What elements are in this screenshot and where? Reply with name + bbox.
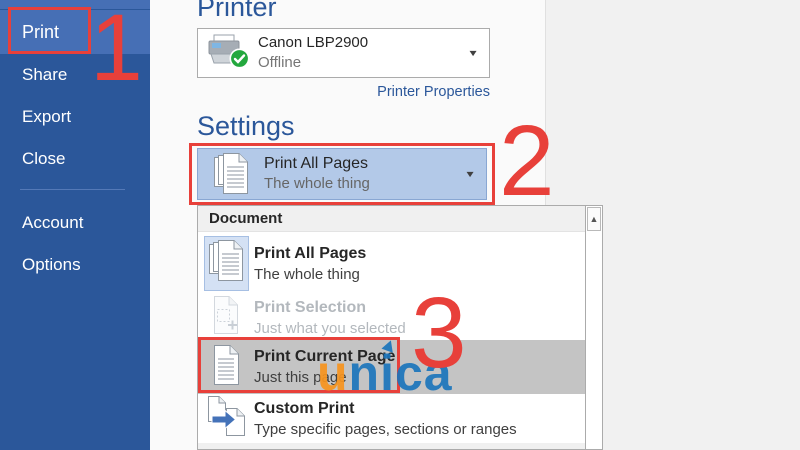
sidebar-item-label: Share — [22, 65, 67, 85]
print-range-dropdown-button[interactable]: Print All Pages The whole thing ▼ — [197, 148, 487, 200]
menu-item-print-current-page[interactable]: Print Current Page Just this page — [198, 340, 585, 394]
menu-item-custom-print[interactable]: Custom Print Type specific pages, sectio… — [198, 394, 585, 443]
print-current-page-icon — [211, 345, 241, 390]
menu-group-header: Document — [198, 206, 585, 232]
printer-properties-link[interactable]: Printer Properties — [197, 84, 490, 100]
sidebar-item-options[interactable]: Options — [0, 244, 150, 286]
printer-status: Offline — [258, 53, 368, 73]
menu-next-section-partial — [198, 443, 585, 449]
sidebar-item-label: Print — [22, 22, 59, 43]
menu-item-print-all-pages[interactable]: Print All Pages The whole thing — [198, 232, 585, 295]
print-all-pages-icon — [209, 240, 243, 287]
menu-item-title: Print Current Page — [254, 346, 395, 367]
menu-item-subtitle: The whole thing — [254, 264, 366, 285]
pane-divider — [545, 0, 546, 205]
print-selection-icon — [212, 296, 240, 339]
printer-icon — [206, 34, 246, 72]
printer-heading: Printer — [197, 0, 277, 21]
settings-heading: Settings — [197, 112, 295, 140]
menu-item-subtitle: Type specific pages, sections or ranges — [254, 419, 517, 440]
sidebar-item-print[interactable]: Print — [0, 10, 150, 54]
print-range-menu: Document — [197, 205, 603, 450]
print-all-pages-icon — [208, 153, 254, 195]
chevron-down-icon: ▼ — [467, 48, 479, 59]
sidebar-item-close[interactable]: Close — [0, 138, 150, 180]
sidebar-partial-item — [0, 0, 150, 9]
range-button-subtitle: The whole thing — [264, 174, 370, 194]
custom-print-icon — [206, 396, 246, 441]
printer-online-check-icon — [229, 48, 250, 74]
scroll-up-icon: ▲ — [590, 214, 599, 224]
menu-scrollbar[interactable]: ▲ — [585, 206, 602, 449]
range-button-title: Print All Pages — [264, 154, 370, 174]
sidebar-item-label: Export — [22, 107, 71, 127]
menu-item-title: Custom Print — [254, 398, 517, 419]
sidebar-divider — [20, 189, 125, 190]
selected-item-frame — [204, 236, 249, 291]
menu-item-subtitle: Just this page — [254, 367, 395, 388]
chevron-down-icon: ▼ — [464, 169, 476, 180]
backstage-sidebar: Print Share Export Close Account Options — [0, 0, 150, 450]
sidebar-item-label: Close — [22, 149, 65, 169]
scroll-up-button[interactable]: ▲ — [587, 207, 601, 231]
menu-item-subtitle: Just what you selected — [254, 318, 406, 339]
sidebar-item-label: Options — [22, 255, 81, 275]
menu-item-print-selection[interactable]: Print Selection Just what you selected — [198, 295, 585, 340]
menu-item-title: Print Selection — [254, 297, 406, 318]
sidebar-item-export[interactable]: Export — [0, 96, 150, 138]
sidebar-item-share[interactable]: Share — [0, 54, 150, 96]
printer-name: Canon LBP2900 — [258, 33, 368, 53]
print-backstage-view: Print Share Export Close Account Options… — [0, 0, 800, 450]
menu-item-title: Print All Pages — [254, 243, 366, 264]
sidebar-item-label: Account — [22, 213, 83, 233]
printer-select-dropdown[interactable]: Canon LBP2900 Offline ▼ — [197, 28, 490, 78]
sidebar-item-account[interactable]: Account — [0, 202, 150, 244]
